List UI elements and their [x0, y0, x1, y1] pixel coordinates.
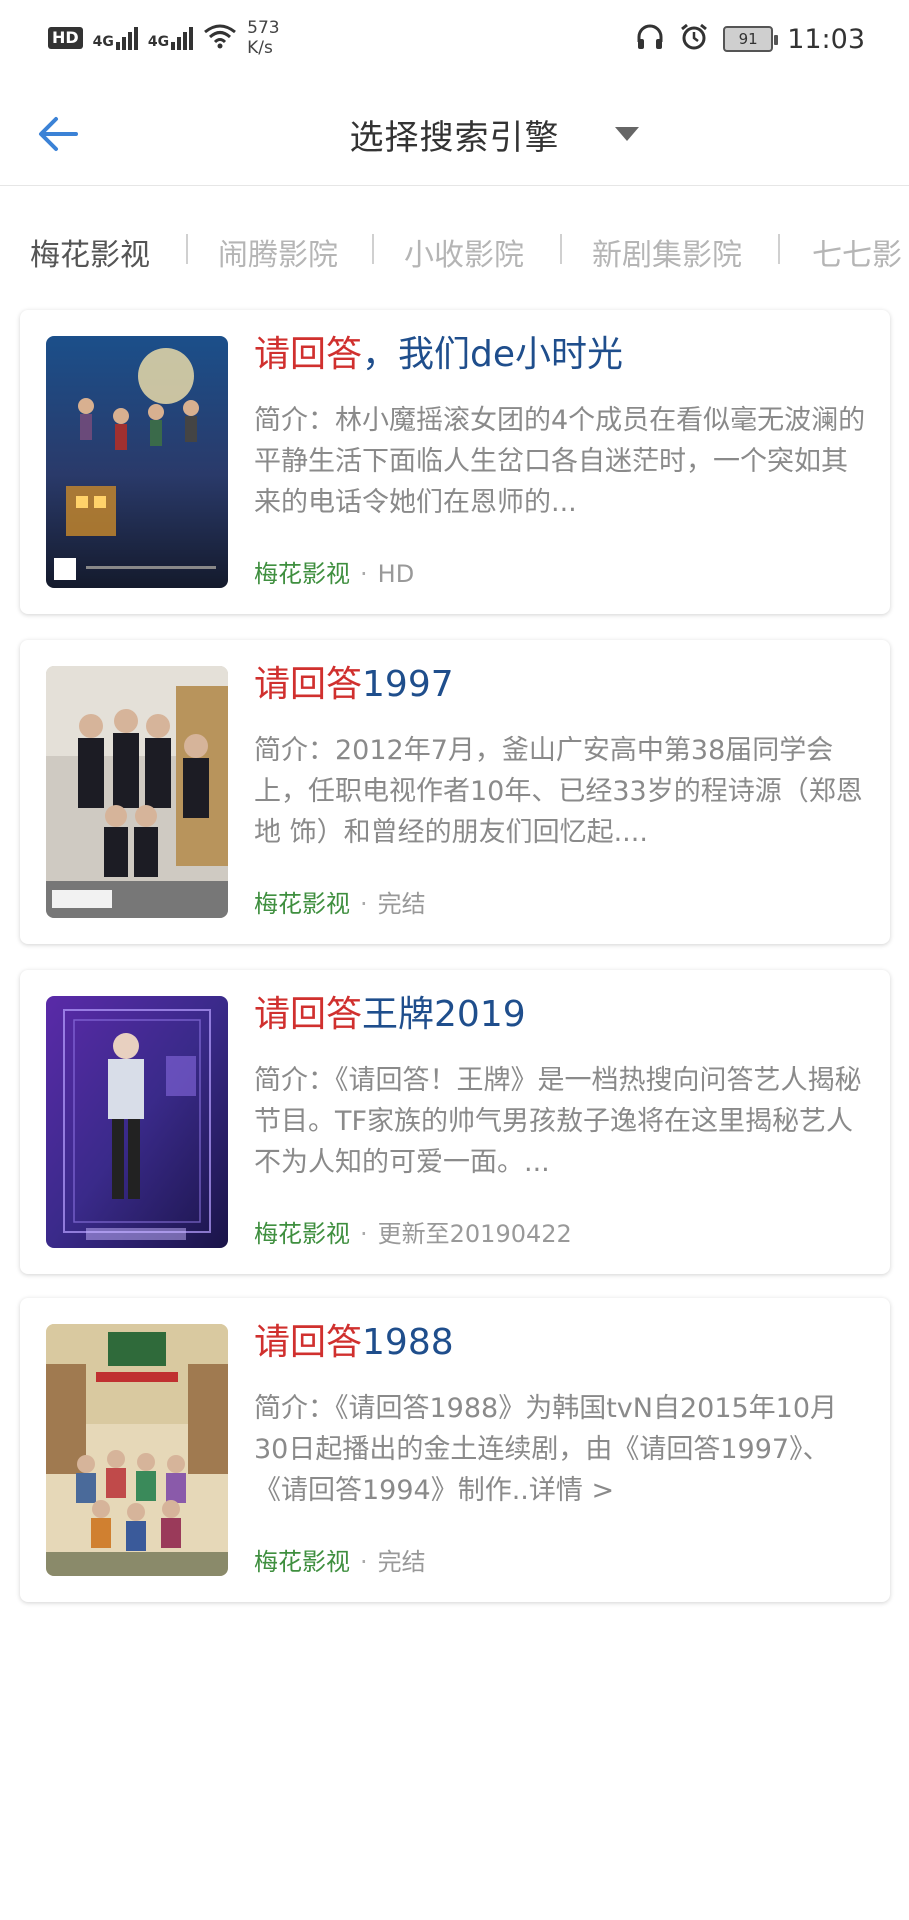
title-rest: 1988 [362, 1322, 454, 1363]
tab-divider [372, 234, 374, 264]
hd-icon: HD [48, 27, 83, 49]
signal-icon-2: 4G [147, 26, 194, 50]
result-card[interactable]: 请回答，我们de小时光 简介：林小魔摇滚女团的4个成员在看似毫无波澜的平静生活下… [20, 310, 890, 614]
result-card[interactable]: 请回答1997 简介：2012年7月，釜山广安高中第38届同学会上，任职电视作者… [20, 640, 890, 944]
title-highlight: 请回答 [254, 994, 363, 1035]
app-bar: 选择搜索引擎 [0, 80, 909, 186]
alarm-icon [679, 22, 709, 56]
title-rest: 王牌2019 [362, 994, 526, 1035]
wifi-icon [203, 23, 237, 53]
network-type-label: 4G [92, 33, 114, 50]
result-title: 请回答王牌2019 [254, 990, 526, 1040]
result-title: 请回答1997 [254, 660, 454, 710]
search-engine-tabs: 梅花影视 闹腾影院 小收影院 新剧集影院 七七影 [0, 186, 909, 310]
meta-separator: · [360, 1548, 368, 1576]
result-title: 请回答1988 [254, 1318, 454, 1368]
result-status: HD [377, 560, 415, 588]
title-highlight: 请回答 [254, 334, 363, 375]
result-title: 请回答，我们de小时光 [254, 330, 623, 380]
speed-value: 573 [247, 18, 280, 38]
meta-separator: · [360, 1220, 368, 1248]
result-meta: 梅花影视 · 完结 [254, 884, 426, 919]
tab-divider [778, 234, 780, 264]
poster-image [46, 1324, 228, 1576]
title-highlight: 请回答 [254, 664, 363, 705]
result-source: 梅花影视 [254, 890, 350, 918]
result-status: 完结 [377, 890, 426, 918]
result-description: 简介：2012年7月，釜山广安高中第38届同学会上，任职电视作者10年、已经33… [254, 735, 863, 848]
battery-level: 91 [738, 30, 758, 48]
result-source: 梅花影视 [254, 1220, 350, 1248]
title-wrap[interactable]: 选择搜索引擎 [0, 110, 909, 159]
result-meta: 梅花影视 · 完结 [254, 1542, 426, 1577]
result-status: 完结 [377, 1548, 426, 1576]
status-right: 91 11:03 [635, 22, 865, 56]
result-description: 简介：林小魔摇滚女团的4个成员在看似毫无波澜的平静生活下面临人生岔口各自迷茫时，… [254, 405, 866, 518]
result-source: 梅花影视 [254, 1548, 350, 1576]
tab-engine-4[interactable]: 新剧集影院 [592, 230, 742, 274]
network-type-label-2: 4G [147, 33, 170, 50]
speed-unit: K/s [247, 38, 273, 58]
dropdown-triangle-icon[interactable] [614, 126, 640, 142]
poster-image [46, 336, 228, 588]
tab-divider [560, 234, 562, 264]
tab-engine-2[interactable]: 闹腾影院 [218, 230, 338, 274]
battery-icon: 91 [723, 26, 779, 52]
result-description: 简介：《请回答1988》为韩国tvN自2015年10月30日起播出的金土连续剧，… [254, 1393, 838, 1506]
result-meta: 梅花影视 · 更新至20190422 [254, 1214, 572, 1249]
meta-separator: · [360, 890, 368, 918]
meta-separator: · [360, 560, 368, 588]
tab-engine-1[interactable]: 梅花影视 [30, 230, 150, 274]
network-speed: 573 K/s [247, 18, 279, 58]
page-title[interactable]: 选择搜索引擎 [350, 118, 560, 158]
result-card[interactable]: 请回答王牌2019 简介：《请回答！王牌》是一档热搜向问答艺人揭秘节目。TF家族… [20, 970, 890, 1274]
poster-image [46, 996, 228, 1248]
status-bar: HD 4G 4G 573 K/s 91 11:03 [0, 0, 909, 80]
title-highlight: 请回答 [254, 1322, 363, 1363]
title-rest: 1997 [362, 664, 454, 705]
tab-engine-5[interactable]: 七七影 [812, 230, 902, 274]
result-card[interactable]: 请回答1988 简介：《请回答1988》为韩国tvN自2015年10月30日起播… [20, 1298, 890, 1602]
signal-icon: 4G [92, 26, 138, 50]
tab-engine-3[interactable]: 小收影院 [404, 230, 524, 274]
result-source: 梅花影视 [254, 560, 350, 588]
status-left: HD 4G 4G 573 K/s [48, 18, 280, 58]
headphones-icon [635, 22, 665, 56]
result-meta: 梅花影视 · HD [254, 554, 414, 589]
tab-divider [186, 234, 188, 264]
result-description: 简介：《请回答！王牌》是一档热搜向问答艺人揭秘节目。TF家族的帅气男孩敖子逸将在… [254, 1065, 862, 1178]
title-rest: ，我们de小时光 [362, 334, 624, 375]
result-status: 更新至20190422 [377, 1220, 572, 1248]
poster-image [46, 666, 228, 918]
clock: 11:03 [787, 23, 865, 55]
